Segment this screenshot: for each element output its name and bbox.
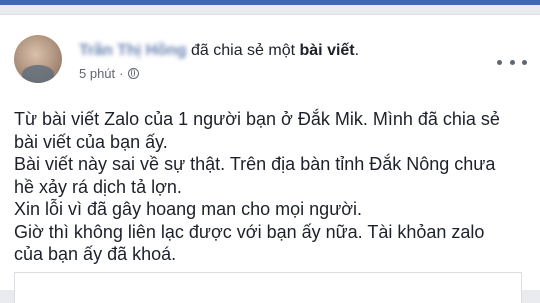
avatar-photo bbox=[22, 65, 54, 83]
post-header: Trần Thị Hồng đã chia sẻ một bài viết. bbox=[79, 41, 359, 61]
post-line: Từ bài viết Zalo của 1 người bạn ở Đắk M… bbox=[14, 109, 500, 129]
more-dot bbox=[509, 59, 515, 65]
post-line: Xin lỗi vì đã gây hoang man cho mọi ngườ… bbox=[14, 199, 363, 219]
shared-post-link[interactable]: bài viết bbox=[300, 42, 355, 59]
share-verb-text: đã chia sẻ một bbox=[186, 42, 300, 59]
more-dot bbox=[497, 59, 502, 65]
top-navigation-bar bbox=[0, 0, 540, 5]
author-avatar[interactable] bbox=[14, 35, 62, 83]
post-meta: 5 phút · bbox=[79, 66, 139, 82]
author-name-link[interactable]: Trần Thị Hồng bbox=[79, 41, 187, 61]
post-card: Trần Thị Hồng đã chia sẻ một bài viết. 5… bbox=[0, 14, 540, 290]
post-timestamp[interactable]: 5 phút bbox=[79, 66, 115, 81]
post-line: bài viết của bạn ấy. bbox=[14, 131, 168, 152]
post-body: Từ bài viết Zalo của 1 người bạn ở Đắk M… bbox=[14, 108, 519, 266]
header-punctuation: . bbox=[354, 42, 360, 59]
post-line: Bài viết này sai về sự thật. Trên địa bà… bbox=[14, 154, 496, 174]
post-line: Giờ thì không liên lạc được với bạn ấy n… bbox=[14, 221, 485, 242]
globe-icon[interactable] bbox=[127, 68, 139, 79]
post-line: của bạn ấy đã khoá. bbox=[14, 244, 177, 264]
meta-separator: · bbox=[119, 66, 124, 81]
post-line: hề xảy rá dịch tả lợn. bbox=[14, 176, 182, 197]
shared-post-preview[interactable] bbox=[14, 272, 522, 303]
more-options-icon[interactable] bbox=[497, 55, 527, 69]
more-dot bbox=[522, 59, 527, 65]
